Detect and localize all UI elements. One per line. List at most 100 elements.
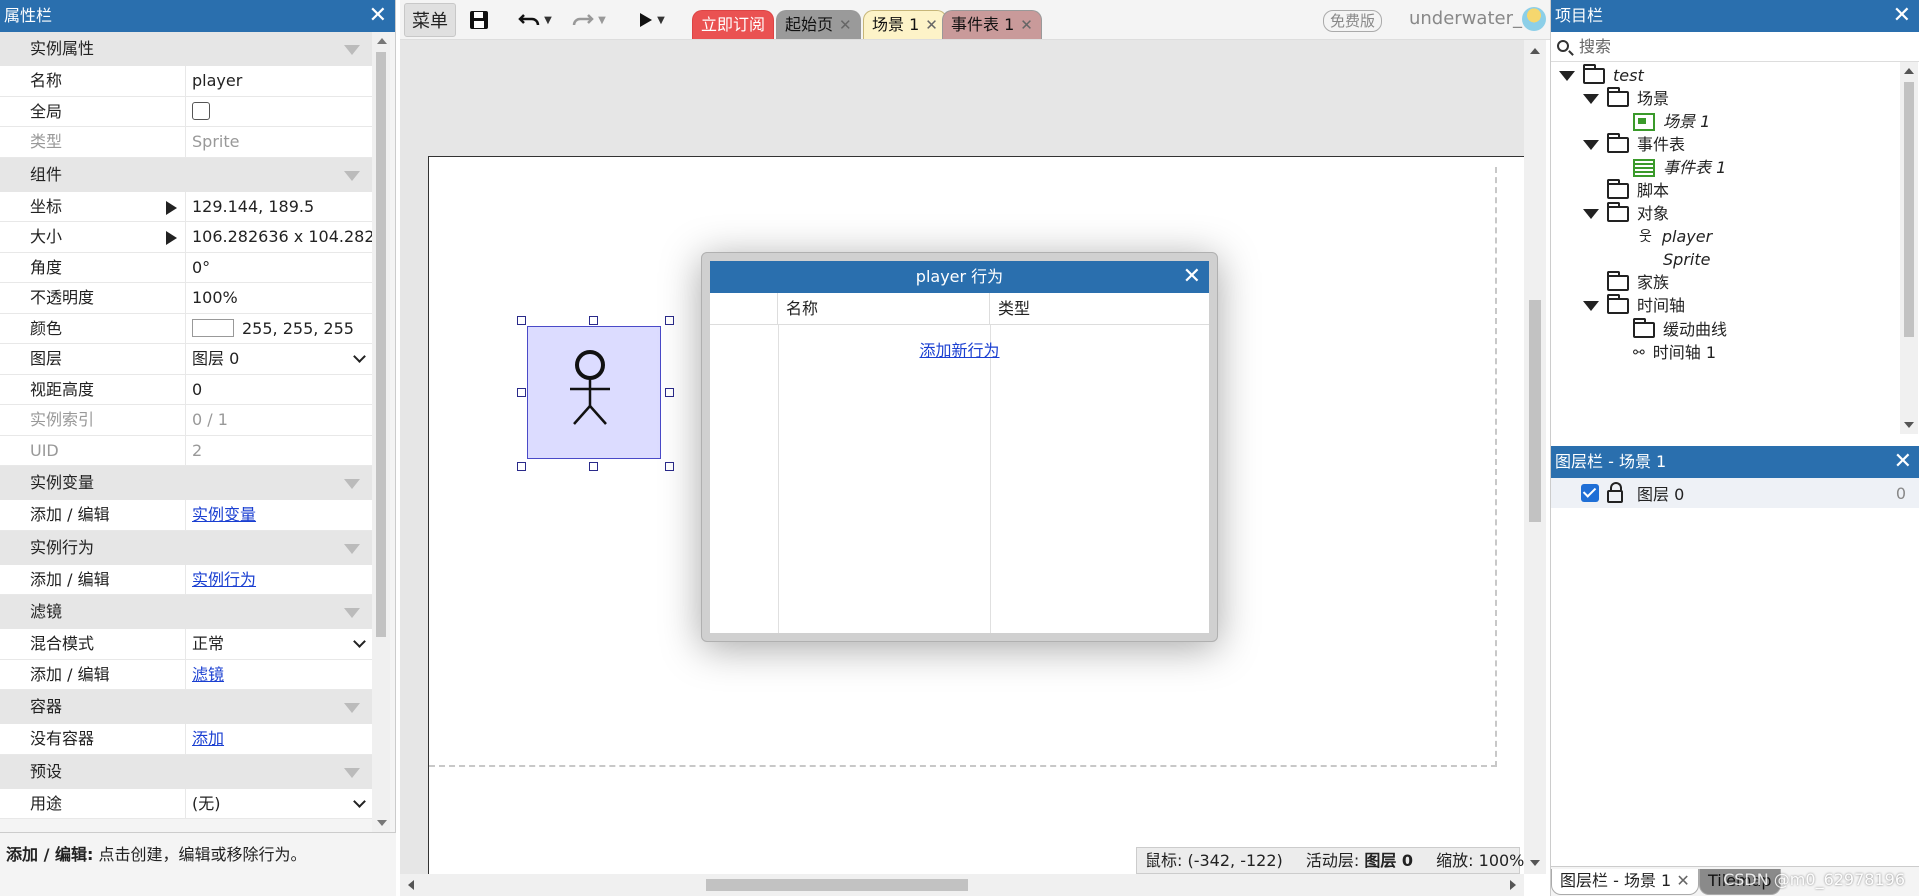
opacity-field[interactable]: 100% bbox=[186, 283, 372, 313]
group-instance-props[interactable]: 实例属性 bbox=[0, 32, 372, 66]
prop-key-expandable[interactable]: 坐标 bbox=[0, 191, 186, 221]
tab-scene-1[interactable]: 场景 1 ✕ bbox=[863, 10, 947, 39]
group-filters[interactable]: 滤镜 bbox=[0, 595, 372, 629]
collapse-icon[interactable] bbox=[344, 703, 360, 713]
group-components[interactable]: 组件 bbox=[0, 157, 372, 192]
username[interactable]: underwater_ bbox=[1409, 8, 1522, 29]
properties-scrollbar[interactable] bbox=[372, 32, 390, 832]
resize-handle[interactable] bbox=[517, 316, 526, 325]
scroll-left-icon[interactable] bbox=[408, 880, 414, 890]
properties-panel: 属性栏 ✕ 实例属性 名称 player 全局 类型 Sprite 组件 坐标 129… bbox=[0, 0, 396, 896]
scroll-down-icon[interactable] bbox=[1904, 422, 1914, 428]
collapse-icon[interactable] bbox=[344, 608, 360, 618]
color-swatch[interactable] bbox=[192, 318, 234, 337]
scroll-thumb[interactable] bbox=[1904, 82, 1914, 337]
icon-column-header[interactable] bbox=[710, 293, 778, 324]
group-instance-behaviors[interactable]: 实例行为 bbox=[0, 530, 372, 565]
color-field[interactable]: 255, 255, 255 bbox=[186, 314, 372, 344]
layer-select[interactable]: 图层 0 bbox=[186, 344, 372, 374]
prop-key: 名称 bbox=[0, 66, 186, 96]
instance-vars-link[interactable]: 实例变量 bbox=[192, 505, 256, 524]
expand-icon[interactable] bbox=[166, 200, 177, 215]
group-container[interactable]: 容器 bbox=[0, 690, 372, 724]
canvas-horizontal-scrollbar[interactable] bbox=[400, 874, 1524, 896]
scroll-up-icon[interactable] bbox=[1530, 48, 1540, 54]
prop-key: 图层 bbox=[0, 344, 186, 374]
scroll-right-icon[interactable] bbox=[1510, 880, 1516, 890]
collapse-icon[interactable] bbox=[344, 543, 360, 554]
resize-handle[interactable] bbox=[517, 388, 526, 397]
collapse-icon[interactable] bbox=[344, 45, 360, 55]
resize-handle[interactable] bbox=[665, 388, 674, 397]
close-icon[interactable]: ✕ bbox=[1020, 16, 1033, 34]
expand-toggle-icon[interactable] bbox=[1583, 301, 1599, 311]
tab-event-sheet-1[interactable]: 事件表 1 ✕ bbox=[942, 10, 1042, 39]
tree-item-sprite[interactable]: Sprite bbox=[1663, 246, 1710, 274]
close-icon[interactable]: ✕ bbox=[369, 0, 387, 32]
prop-layer-row: 图层 图层 0 bbox=[0, 344, 372, 375]
instance-behaviors-link[interactable]: 实例行为 bbox=[192, 570, 256, 589]
canvas-vertical-scrollbar[interactable] bbox=[1524, 40, 1546, 874]
unlock-icon[interactable] bbox=[1607, 481, 1623, 503]
resize-handle[interactable] bbox=[665, 462, 674, 471]
prop-key-expandable[interactable]: 大小 bbox=[0, 222, 186, 252]
avatar[interactable] bbox=[1522, 7, 1546, 31]
tab-layers[interactable]: 图层栏 - 场景 1 ✕ bbox=[1551, 869, 1699, 895]
blend-select[interactable]: 正常 bbox=[186, 629, 372, 659]
zelevation-field[interactable]: 0 bbox=[186, 375, 372, 405]
close-icon[interactable]: ✕ bbox=[839, 16, 852, 34]
play-button[interactable]: ▼ bbox=[632, 3, 672, 37]
scroll-up-icon[interactable] bbox=[377, 38, 387, 44]
expand-icon[interactable] bbox=[166, 231, 177, 245]
expand-toggle-icon[interactable] bbox=[1559, 71, 1575, 81]
expand-toggle-icon[interactable] bbox=[1583, 209, 1599, 219]
undo-button[interactable]: ▼ bbox=[512, 3, 558, 37]
name-column-header[interactable]: 名称 bbox=[778, 293, 990, 324]
close-icon[interactable]: ✕ bbox=[1676, 871, 1689, 890]
dialog-title-bar[interactable]: player 行为 ✕ bbox=[710, 261, 1209, 293]
scroll-thumb[interactable] bbox=[376, 52, 386, 637]
redo-button[interactable]: ▼ bbox=[566, 3, 612, 37]
scroll-down-icon[interactable] bbox=[377, 820, 387, 826]
scroll-thumb[interactable] bbox=[1529, 300, 1541, 522]
group-presets[interactable]: 预设 bbox=[0, 754, 372, 789]
size-field[interactable]: 106.282636 x 104.2826 bbox=[186, 222, 372, 252]
tab-subscribe[interactable]: 立即订阅 bbox=[692, 10, 775, 39]
use-select[interactable]: (无) bbox=[186, 789, 372, 819]
player-sprite[interactable] bbox=[527, 326, 661, 459]
add-behavior-link[interactable]: 添加新行为 bbox=[710, 337, 1209, 361]
scroll-thumb[interactable] bbox=[706, 879, 968, 891]
add-container-link[interactable]: 添加 bbox=[192, 729, 224, 748]
tab-start-page[interactable]: 起始页 ✕ bbox=[776, 10, 861, 39]
resize-handle[interactable] bbox=[589, 316, 598, 325]
collapse-icon[interactable] bbox=[344, 170, 360, 181]
collapse-icon[interactable] bbox=[344, 479, 360, 489]
global-checkbox[interactable] bbox=[192, 101, 210, 120]
scroll-down-icon[interactable] bbox=[1530, 860, 1540, 866]
close-icon[interactable]: ✕ bbox=[1893, 0, 1911, 32]
close-icon[interactable]: ✕ bbox=[1183, 261, 1201, 293]
name-field[interactable]: player bbox=[186, 66, 372, 96]
angle-field[interactable]: 0° bbox=[186, 253, 372, 283]
layer-row[interactable]: 图层 0 0 bbox=[1551, 478, 1919, 508]
collapse-icon[interactable] bbox=[344, 767, 360, 778]
save-icon[interactable] bbox=[464, 3, 494, 37]
filters-value: 滤镜 bbox=[186, 660, 372, 690]
type-column-header[interactable]: 类型 bbox=[990, 293, 1209, 324]
expand-toggle-icon[interactable] bbox=[1583, 94, 1599, 104]
tree-scrollbar[interactable] bbox=[1900, 62, 1918, 434]
tree-item-timeline-1[interactable]: ⚯ 时间轴 1 bbox=[1633, 339, 1716, 367]
layer-visible-checkbox[interactable] bbox=[1581, 484, 1599, 502]
resize-handle[interactable] bbox=[665, 316, 674, 325]
filters-link[interactable]: 滤镜 bbox=[192, 665, 224, 684]
menu-button[interactable]: 菜单 bbox=[404, 3, 456, 37]
resize-handle[interactable] bbox=[589, 462, 598, 471]
close-icon[interactable]: ✕ bbox=[1894, 446, 1912, 478]
position-field[interactable]: 129.144, 189.5 bbox=[186, 192, 372, 222]
close-icon[interactable]: ✕ bbox=[925, 16, 938, 34]
group-instance-vars[interactable]: 实例变量 bbox=[0, 466, 372, 500]
search-input[interactable]: 搜索 bbox=[1551, 32, 1919, 62]
resize-handle[interactable] bbox=[517, 462, 526, 471]
scroll-up-icon[interactable] bbox=[1904, 68, 1914, 74]
expand-toggle-icon[interactable] bbox=[1583, 140, 1599, 150]
